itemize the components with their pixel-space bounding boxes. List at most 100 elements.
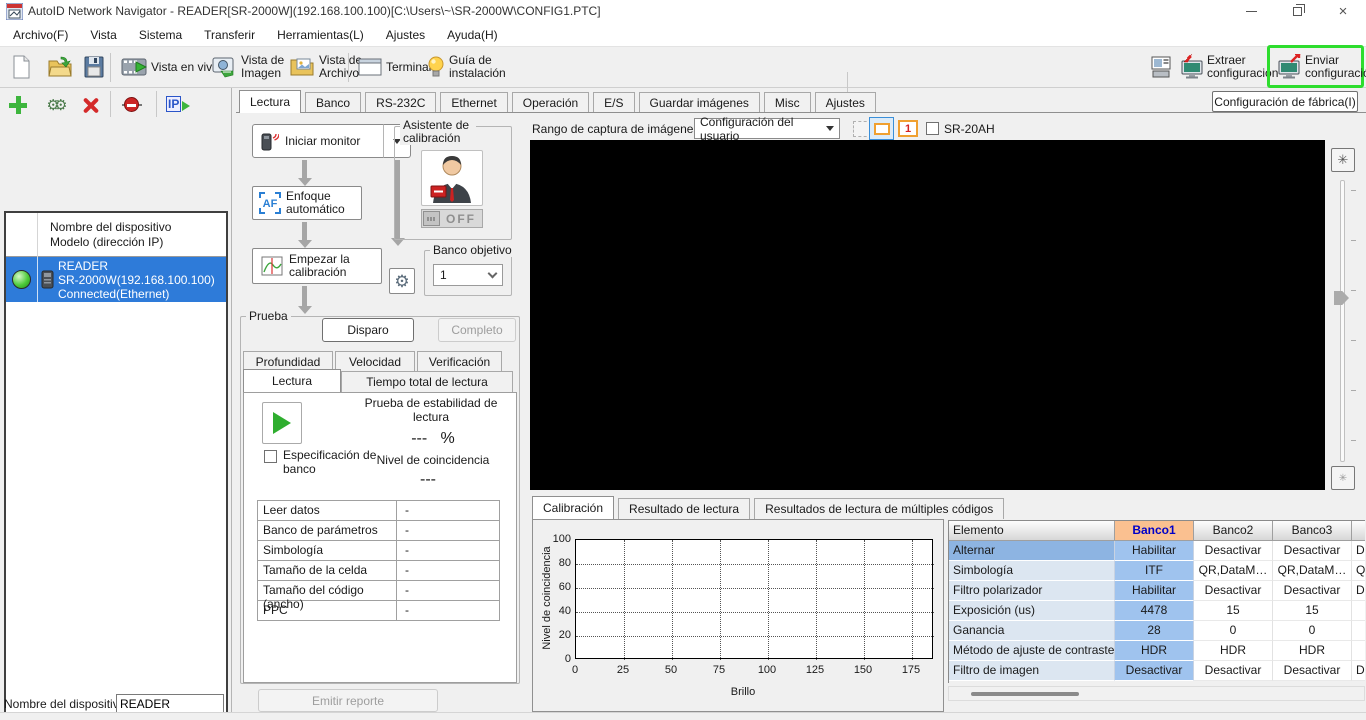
capture-area-full-button[interactable]	[869, 117, 894, 140]
bank-cell-partial[interactable]	[1352, 601, 1365, 621]
tab-banco[interactable]: Banco	[305, 92, 362, 113]
brightness-slider-track[interactable]	[1340, 180, 1345, 462]
restore-button[interactable]	[1274, 0, 1320, 23]
bank-cell[interactable]: Desactivar	[1115, 661, 1194, 681]
device-row-selected[interactable]: READER SR-2000W(192.168.100.100) Connect…	[6, 257, 226, 302]
autofocus-button[interactable]: AF Enfoque automático	[252, 186, 362, 220]
bank-cell[interactable]: Desactivar	[1194, 581, 1273, 601]
save-button[interactable]	[80, 50, 108, 84]
menu-ayuda[interactable]: Ayuda(H)	[436, 23, 508, 47]
print-config-button[interactable]	[1146, 50, 1176, 84]
trigger-button[interactable]: Disparo	[322, 318, 414, 342]
add-device-button[interactable]	[6, 93, 30, 117]
bank-cell[interactable]: 4478	[1115, 601, 1194, 621]
bank-cell[interactable]: Desactivar	[1194, 541, 1273, 561]
bank-cell-partial[interactable]	[1352, 641, 1365, 661]
extract-config-button[interactable]: Extraer configuración	[1176, 50, 1278, 84]
terminal-button[interactable]: Terminal	[355, 50, 434, 84]
bank-cell-partial[interactable]: Desactivar	[1352, 541, 1365, 561]
start-monitor-button[interactable]: Iniciar monitor	[252, 124, 384, 158]
refresh-devices-button[interactable]: ⚙⚙	[42, 93, 68, 117]
emit-report-button[interactable]: Emitir reporte	[258, 689, 438, 712]
capture-preset-select[interactable]: Configuración del usuario	[694, 115, 840, 143]
brightness-slider-thumb[interactable]	[1334, 291, 1349, 305]
tab-resultados-multiples[interactable]: Resultados de lectura de múltiples códig…	[754, 498, 1005, 519]
bank-cell[interactable]: 28	[1115, 621, 1194, 641]
bank-row-label: Alternar	[949, 541, 1115, 561]
target-bank-select[interactable]: 1	[433, 264, 503, 286]
target-bank-value: 1	[440, 268, 447, 282]
bank-cell-partial[interactable]: Desactivar	[1352, 661, 1365, 681]
complete-button[interactable]: Completo	[438, 318, 516, 342]
ip-settings-button[interactable]: IP	[166, 93, 190, 117]
bank-cell[interactable]: 15	[1273, 601, 1352, 621]
send-config-button[interactable]: Enviar configuración	[1274, 50, 1366, 84]
bank-cell[interactable]: QR,DataM…	[1273, 561, 1352, 581]
calibration-settings-button[interactable]: ⚙	[389, 268, 415, 294]
install-guide-button[interactable]: Guía de instalación	[424, 50, 516, 84]
bank-cell[interactable]: Desactivar	[1273, 581, 1352, 601]
tab-guardar-imagenes[interactable]: Guardar imágenes	[638, 92, 760, 113]
brightness-low-button[interactable]: ✳	[1331, 466, 1355, 490]
tab-misc[interactable]: Misc	[763, 92, 811, 113]
brightness-high-button[interactable]: ✳	[1331, 148, 1355, 172]
tab-lectura-test[interactable]: Lectura	[243, 369, 341, 392]
run-test-button[interactable]	[262, 402, 302, 444]
tab-calibracion[interactable]: Calibración	[532, 496, 615, 519]
tab-ethernet[interactable]: Ethernet	[440, 92, 508, 113]
device-name-input[interactable]	[116, 694, 224, 713]
sr20ah-checkbox[interactable]	[926, 122, 939, 135]
capture-area-one-button[interactable]: 1	[898, 120, 918, 137]
open-file-button[interactable]	[44, 50, 76, 84]
image-view-button[interactable]: Vista de Imagen	[208, 50, 296, 84]
assistant-toggle[interactable]: OFF	[421, 209, 483, 228]
factory-default-button[interactable]: Configuración de fábrica(I)	[1212, 91, 1358, 112]
tab-es[interactable]: E/S	[593, 92, 635, 113]
bank-cell[interactable]: Desactivar	[1273, 661, 1352, 681]
tab-verificacion[interactable]: Verificación	[417, 351, 502, 372]
menu-ajustes[interactable]: Ajustes	[375, 23, 436, 47]
bank-cell[interactable]: Desactivar	[1194, 661, 1273, 681]
bank-cell[interactable]: Desactivar	[1273, 541, 1352, 561]
menu-sistema[interactable]: Sistema	[128, 23, 193, 47]
tab-tiempo-total[interactable]: Tiempo total de lectura	[341, 371, 513, 392]
tab-resultado-lectura[interactable]: Resultado de lectura	[618, 498, 751, 519]
close-button[interactable]: ×	[1320, 0, 1366, 23]
bank-col-header-banco2[interactable]: Banco2	[1194, 521, 1273, 541]
chart-x-axis-label: Brillo	[730, 686, 756, 698]
new-file-button[interactable]	[8, 50, 34, 84]
bank-cell-partial[interactable]: Desactivar	[1352, 581, 1365, 601]
live-view-button[interactable]: Vista en vivo	[118, 50, 222, 84]
menu-transferir[interactable]: Transferir	[193, 23, 266, 47]
bank-spec-checkbox[interactable]	[264, 450, 277, 463]
assistant-wizard-button[interactable]	[421, 150, 483, 206]
menu-vista[interactable]: Vista	[79, 23, 127, 47]
bank-table-hscrollbar[interactable]	[948, 686, 1365, 701]
menu-archivo[interactable]: Archivo(F)	[2, 23, 79, 47]
start-calibration-button[interactable]: Empezar la calibración	[252, 248, 382, 284]
hscrollbar-thumb[interactable]	[971, 692, 1079, 696]
bank-cell[interactable]: QR,DataM…	[1194, 561, 1273, 581]
menu-herramientas[interactable]: Herramientas(L)	[266, 23, 375, 47]
bank-cell[interactable]: 15	[1194, 601, 1273, 621]
disconnect-button[interactable]	[120, 93, 144, 117]
bank-cell[interactable]: 0	[1194, 621, 1273, 641]
bank-cell[interactable]: 0	[1273, 621, 1352, 641]
tab-lectura[interactable]: Lectura	[239, 90, 302, 113]
bank-cell-partial[interactable]	[1352, 621, 1365, 641]
tab-rs232c[interactable]: RS-232C	[365, 92, 437, 113]
bank-cell[interactable]: ITF	[1115, 561, 1194, 581]
bank-cell-partial[interactable]: QR,DataM…	[1352, 561, 1365, 581]
bank-cell[interactable]: HDR	[1194, 641, 1273, 661]
tab-velocidad[interactable]: Velocidad	[335, 351, 415, 372]
bank-col-header-banco3[interactable]: Banco3	[1273, 521, 1352, 541]
minimize-button[interactable]	[1228, 0, 1274, 23]
bank-col-header-banco1[interactable]: Banco1	[1115, 521, 1194, 541]
tab-operacion[interactable]: Operación	[511, 92, 590, 113]
delete-device-button[interactable]	[78, 93, 102, 117]
tab-ajustes[interactable]: Ajustes	[814, 92, 876, 113]
bank-cell[interactable]: HDR	[1273, 641, 1352, 661]
bank-cell[interactable]: Habilitar	[1115, 541, 1194, 561]
bank-cell[interactable]: Habilitar	[1115, 581, 1194, 601]
bank-cell[interactable]: HDR	[1115, 641, 1194, 661]
